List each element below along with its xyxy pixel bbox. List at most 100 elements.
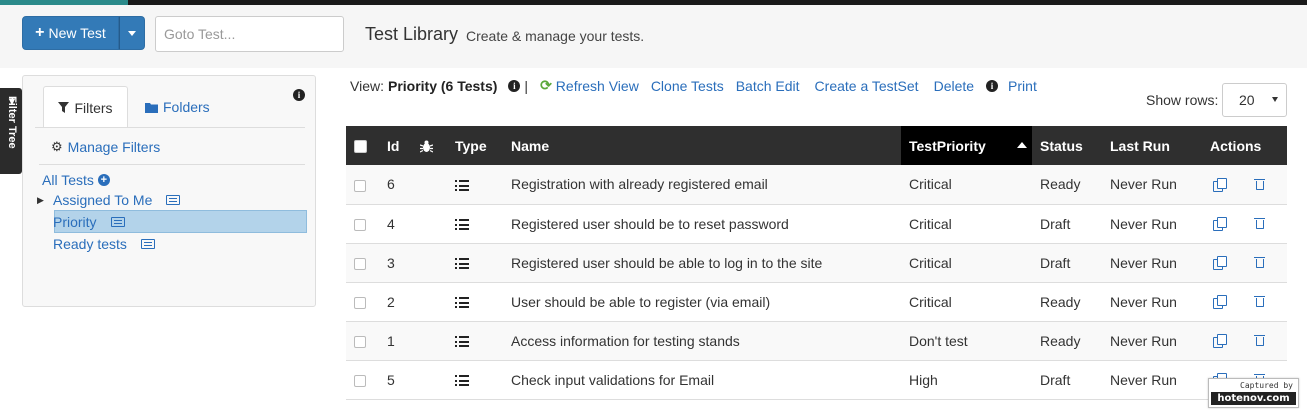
table-row[interactable]: 4 Registered user should be to reset pass…	[346, 204, 1287, 244]
trash-icon[interactable]	[1254, 256, 1265, 269]
select-all-checkbox[interactable]	[354, 140, 367, 154]
tab-filters[interactable]: Filters	[43, 86, 128, 128]
info-icon[interactable]: i	[508, 79, 521, 92]
copy-icon[interactable]	[1213, 177, 1227, 192]
tree-item-ready-tests[interactable]: Ready tests	[37, 234, 155, 254]
row-checkbox[interactable]	[354, 218, 366, 231]
test-name-link[interactable]: Check input validations for Email	[503, 360, 901, 400]
view-label: View:	[350, 77, 384, 94]
column-header-name[interactable]: Name	[503, 126, 901, 165]
table-row[interactable]: 1 Access information for testing stands Do…	[346, 321, 1287, 361]
tree-item-label: Ready tests	[53, 236, 127, 252]
test-name-link[interactable]: Registered user should be able to log in…	[503, 243, 901, 283]
chevron-down-icon	[1272, 97, 1278, 102]
type-cell	[447, 321, 503, 361]
list-type-icon	[455, 258, 469, 270]
test-name-link[interactable]: Registration with already registered ema…	[503, 165, 901, 205]
table-row[interactable]: 2 User should be able to register (via em…	[346, 282, 1287, 322]
column-header-type[interactable]: Type	[447, 126, 503, 165]
last-run-cell: Never Run	[1102, 321, 1202, 361]
copy-icon[interactable]	[1213, 217, 1227, 231]
test-id-link[interactable]: 6	[379, 165, 412, 205]
tab-folders-label: Folders	[163, 99, 210, 115]
view-toolbar: View: Priority (6 Tests) i | ⟳ Refresh V…	[350, 77, 1049, 94]
row-select-cell	[346, 204, 379, 244]
row-checkbox[interactable]	[354, 257, 366, 270]
table-row[interactable]: 5 Check input validations for Email High Dr…	[346, 360, 1287, 400]
trash-icon[interactable]	[1254, 334, 1265, 347]
gear-icon: ⚙	[51, 139, 63, 154]
row-select-cell	[346, 321, 379, 361]
new-test-button[interactable]: + New Test	[22, 16, 119, 50]
list-type-icon	[455, 180, 469, 192]
tab-folders[interactable]: Folders	[145, 86, 210, 128]
rows-per-page-select[interactable]: 20	[1222, 83, 1287, 117]
last-run-cell: Never Run	[1102, 204, 1202, 244]
table-row[interactable]: 6 Registration with already registered em…	[346, 165, 1287, 205]
tree-item-all-tests[interactable]: All Tests +	[42, 172, 110, 188]
priority-cell: Don't test	[901, 321, 1032, 361]
refresh-icon[interactable]: ⟳	[540, 77, 552, 94]
test-id-link[interactable]: 4	[379, 204, 412, 244]
status-cell: Draft	[1032, 243, 1102, 283]
column-header-priority[interactable]: TestPriority	[901, 126, 1032, 165]
list-type-icon	[455, 336, 469, 348]
info-icon[interactable]: i	[293, 89, 305, 101]
goto-test-input[interactable]	[155, 16, 344, 52]
trash-icon[interactable]	[1254, 178, 1265, 191]
bug-cell	[412, 243, 447, 283]
tree-item-priority[interactable]: Priority	[37, 212, 125, 232]
expand-arrow-icon[interactable]: ▶	[37, 195, 45, 206]
column-header-bug[interactable]	[412, 126, 447, 165]
clone-tests-link[interactable]: Clone Tests	[651, 78, 724, 94]
trash-icon[interactable]	[1254, 217, 1265, 230]
test-id-link[interactable]: 5	[379, 360, 412, 400]
row-checkbox[interactable]	[354, 335, 366, 348]
copy-icon[interactable]	[1213, 256, 1227, 270]
column-header-last-run[interactable]: Last Run	[1102, 126, 1202, 165]
rows-per-page-value: 20	[1239, 92, 1255, 108]
manage-filters-link[interactable]: ⚙ Manage Filters	[51, 139, 160, 155]
add-filter-icon[interactable]: +	[97, 174, 110, 186]
print-link[interactable]: Print	[1008, 78, 1037, 94]
row-checkbox[interactable]	[354, 296, 366, 309]
test-id-link[interactable]: 3	[379, 243, 412, 283]
copy-icon[interactable]	[1213, 295, 1227, 309]
row-checkbox[interactable]	[354, 179, 366, 192]
last-run-cell: Never Run	[1102, 282, 1202, 322]
delete-link[interactable]: Delete	[934, 78, 974, 94]
manage-filters-label: Manage Filters	[67, 139, 161, 155]
page-subtitle: Create & manage your tests.	[466, 28, 645, 44]
view-name: Priority (6 Tests)	[387, 77, 498, 94]
status-cell: Ready	[1032, 321, 1102, 361]
new-test-dropdown-button[interactable]	[119, 16, 145, 50]
test-id-link[interactable]: 2	[379, 282, 412, 322]
copy-icon[interactable]	[1213, 334, 1227, 348]
trash-icon[interactable]	[1254, 295, 1265, 308]
table-row[interactable]: 3 Registered user should be able to log i…	[346, 243, 1287, 283]
test-name-link[interactable]: User should be able to register (via ema…	[503, 282, 901, 322]
row-select-cell	[346, 243, 379, 283]
priority-cell: Critical	[901, 243, 1032, 283]
divider	[39, 164, 305, 165]
info-icon[interactable]: i	[986, 79, 999, 92]
status-cell: Draft	[1032, 360, 1102, 400]
actions-cell	[1202, 282, 1287, 322]
bug-icon	[420, 140, 433, 153]
actions-cell	[1202, 204, 1287, 244]
test-name-link[interactable]: Access information for testing stands	[503, 321, 901, 361]
test-name-link[interactable]: Registered user should be to reset passw…	[503, 204, 901, 244]
refresh-view-link[interactable]: Refresh View	[556, 78, 639, 94]
filter-icon	[58, 102, 70, 113]
create-testset-link[interactable]: Create a TestSet	[815, 78, 919, 94]
tree-item-assigned-to-me[interactable]: ▶ Assigned To Me	[37, 190, 181, 210]
test-id-link[interactable]: 1	[379, 321, 412, 361]
filter-tree-toggle[interactable]: ▼ Filter Tree	[0, 88, 22, 174]
column-header-id[interactable]: Id	[379, 126, 412, 165]
column-header-status[interactable]: Status	[1032, 126, 1102, 165]
tree-item-label: Assigned To Me	[53, 192, 153, 208]
bug-cell	[412, 282, 447, 322]
bug-cell	[412, 360, 447, 400]
row-checkbox[interactable]	[354, 374, 366, 387]
batch-edit-link[interactable]: Batch Edit	[736, 78, 800, 94]
